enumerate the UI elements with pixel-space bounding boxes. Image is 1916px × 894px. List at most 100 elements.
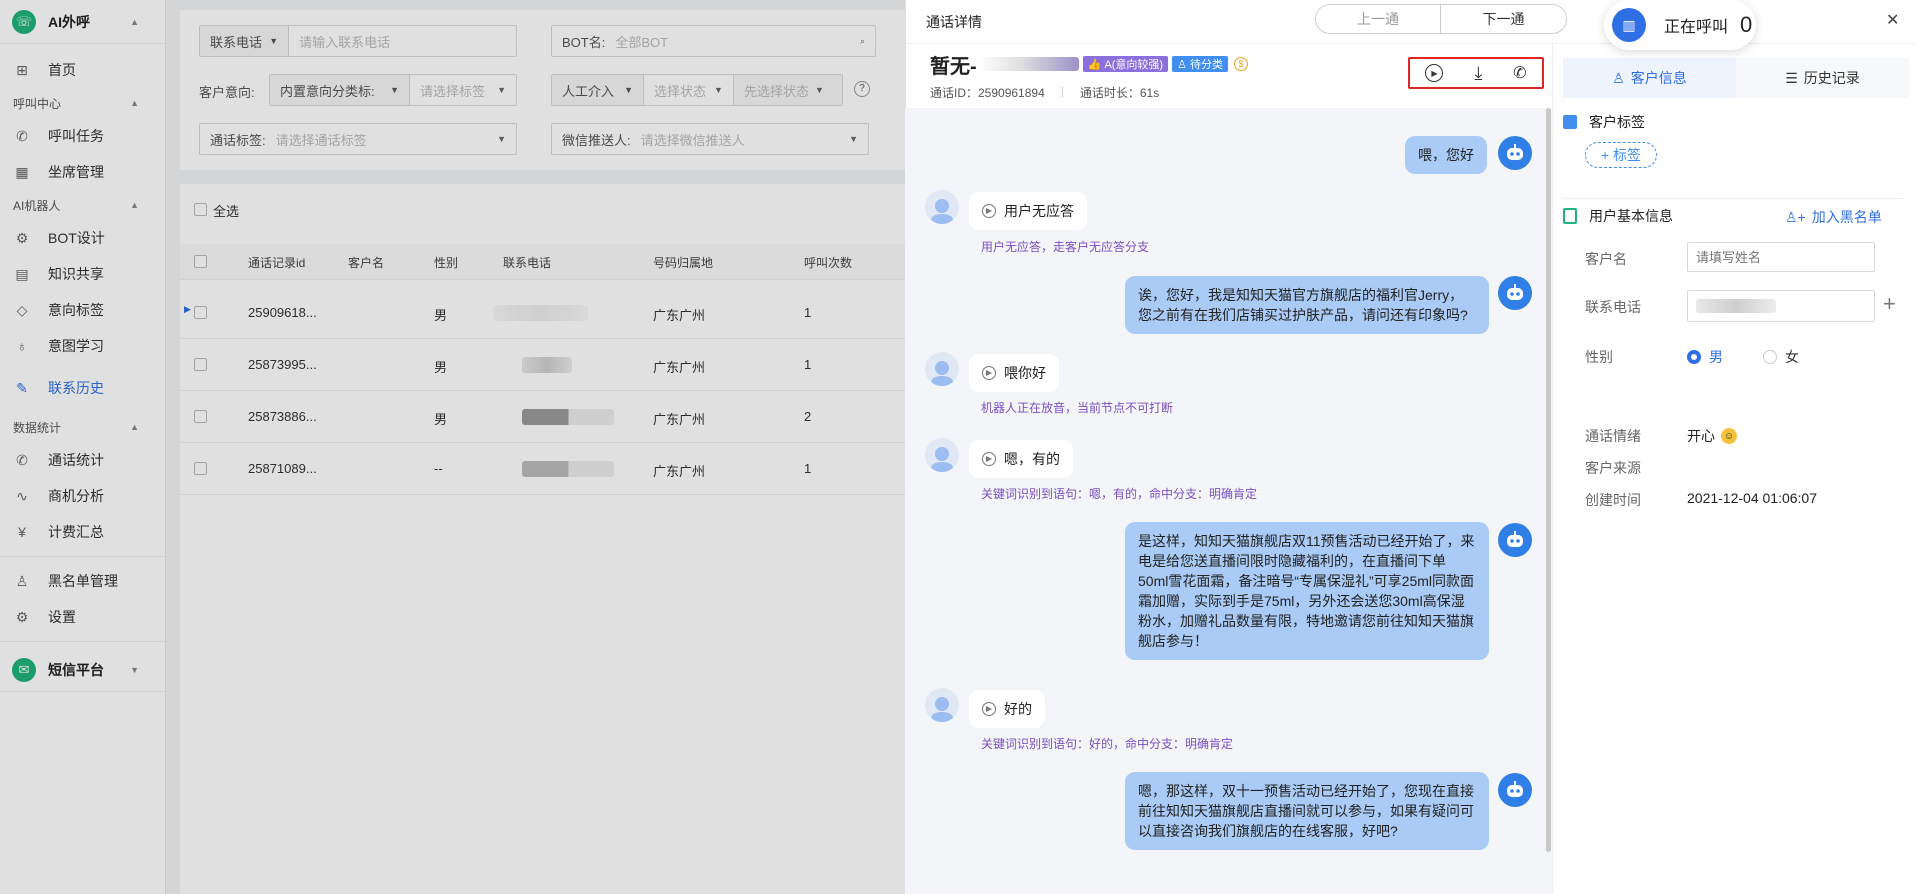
header-checkbox[interactable] bbox=[194, 255, 207, 268]
branch-note: 关键词识别到语句：好的，命中分支：明确肯定 bbox=[981, 737, 1234, 751]
sidebar-item-opportunity[interactable]: ∿ 商机分析 bbox=[0, 478, 165, 514]
table-row[interactable]: 25871089... -- 广东广州 1 bbox=[180, 443, 906, 495]
next-call-button[interactable]: 下一通 bbox=[1441, 5, 1566, 33]
user-message[interactable]: 嗯，有的 bbox=[969, 440, 1073, 478]
phone-task-icon: ✆ bbox=[16, 127, 28, 144]
customer-name-input[interactable] bbox=[1687, 242, 1875, 272]
sidebar-group-call-center[interactable]: 呼叫中心 ▲ bbox=[0, 88, 165, 118]
sidebar-divider bbox=[0, 556, 165, 557]
call-monitor-icon: ▥ bbox=[1612, 8, 1646, 42]
callback-phone-icon[interactable]: ✆ bbox=[1513, 63, 1526, 83]
help-icon[interactable]: ? bbox=[854, 81, 870, 97]
row-id: 25873886... bbox=[248, 409, 317, 424]
manual-select[interactable]: 人工介入 ▼ bbox=[552, 75, 644, 105]
chat-scrollbar[interactable] bbox=[1546, 108, 1551, 852]
manual-filter[interactable]: 人工介入 ▼ 选择状态 ▼ 先选择状态 ▼ bbox=[551, 74, 843, 106]
sidebar: ☏ AI外呼 ▲ ⊞ 首页 呼叫中心 ▲ ✆ 呼叫任务 ▦ 坐席管理 AI机器人 ▲ ⚙ B… bbox=[0, 0, 166, 894]
bill-icon: ¥ bbox=[18, 524, 26, 540]
mood-value: 开心 ☺ bbox=[1687, 426, 1737, 446]
sidebar-group-ai-bot[interactable]: AI机器人 ▲ bbox=[0, 190, 165, 220]
sidebar-item-call-task[interactable]: ✆ 呼叫任务 bbox=[0, 118, 165, 154]
history-icon: ✎ bbox=[16, 379, 28, 396]
download-icon[interactable]: ⤓ bbox=[1474, 63, 1482, 84]
row-checkbox[interactable] bbox=[194, 410, 207, 423]
sidebar-item-call-stats[interactable]: ✆ 通话统计 bbox=[0, 442, 165, 478]
customer-header: 暂无- 👍 A(意向较强) ♙ 待分类 $ bbox=[930, 52, 1249, 78]
row-count: 2 bbox=[804, 409, 812, 424]
sidebar-item-intent-tag[interactable]: ◇ 意向标签 bbox=[0, 292, 165, 328]
user-message[interactable]: 喂你好 bbox=[969, 354, 1059, 392]
row-id: 25871089... bbox=[248, 461, 317, 476]
sidebar-item-home[interactable]: ⊞ 首页 bbox=[0, 52, 165, 88]
play-audio-icon[interactable] bbox=[982, 204, 996, 218]
grid-icon: ▦ bbox=[15, 163, 29, 180]
prev-call-button[interactable]: 上一通 bbox=[1316, 5, 1441, 33]
wechat-filter[interactable]: 微信推送人: 请选择微信推送人 ▼ bbox=[551, 123, 869, 155]
chat-transcript[interactable]: 喂，您好 用户无应答 用户无应答，走客户无应答分支 诶，您好，我是知知天猫官方旗… bbox=[905, 108, 1552, 894]
play-audio-icon[interactable] bbox=[982, 366, 996, 380]
pending-tag: ♙ 待分类 bbox=[1172, 56, 1229, 72]
row-checkbox[interactable] bbox=[194, 306, 207, 319]
call-id: 通话ID：2590961894 bbox=[930, 86, 1045, 100]
add-phone-icon[interactable]: + bbox=[1883, 291, 1896, 317]
tab-history[interactable]: ☰ 历史记录 bbox=[1736, 58, 1909, 98]
status-select[interactable]: 选择状态 ▼ bbox=[644, 75, 734, 105]
sidebar-item-bot-design[interactable]: ⚙ BOT设计 bbox=[0, 220, 165, 256]
row-checkbox[interactable] bbox=[194, 462, 207, 475]
table-row[interactable]: 25873886... 男 广东广州 2 bbox=[180, 391, 906, 443]
sidebar-item-agent[interactable]: ▦ 坐席管理 bbox=[0, 154, 165, 190]
row-gender: -- bbox=[434, 461, 443, 476]
add-blacklist-button[interactable]: ♙+ 加入黑名单 bbox=[1785, 207, 1882, 227]
select-all-checkbox[interactable] bbox=[194, 203, 207, 216]
sidebar-item-blacklist[interactable]: ♙ 黑名单管理 bbox=[0, 563, 165, 599]
sidebar-item-knowledge[interactable]: ▤ 知识共享 bbox=[0, 256, 165, 292]
customer-phone-input[interactable] bbox=[1687, 290, 1875, 322]
user-message[interactable]: 好的 bbox=[969, 690, 1045, 728]
table-row[interactable]: ▶ 25909618... 男 广东广州 1 bbox=[180, 287, 906, 339]
sidebar-item-billing[interactable]: ¥ 计费汇总 bbox=[0, 514, 165, 550]
play-audio-icon[interactable] bbox=[982, 702, 996, 716]
phone-filter[interactable]: 联系电话 ▼ 请输入联系电话 bbox=[199, 25, 517, 57]
chevron-up-icon: ▲ bbox=[130, 98, 139, 108]
user-avatar-icon bbox=[925, 190, 959, 224]
redacted-name bbox=[978, 57, 1079, 71]
sidebar-item-settings[interactable]: ⚙ 设置 bbox=[0, 599, 165, 635]
radio-male[interactable] bbox=[1687, 350, 1701, 364]
calling-status[interactable]: ▥ 正在呼叫 0 bbox=[1604, 0, 1756, 50]
bot-filter[interactable]: BOT名: 全部BOT ⌕ bbox=[551, 25, 876, 57]
radio-female[interactable] bbox=[1763, 350, 1777, 364]
sms-platform[interactable]: ✉ 短信平台 ▼ bbox=[0, 648, 165, 692]
phone-input[interactable]: 请输入联系电话 bbox=[289, 32, 390, 51]
intent-filter[interactable]: 内置意向分类标: ▼ 请选择标签 ▼ bbox=[269, 74, 517, 106]
calling-label: 正在呼叫 bbox=[1664, 19, 1729, 36]
caret-down-icon: ▼ bbox=[849, 134, 858, 144]
row-checkbox[interactable] bbox=[194, 358, 207, 371]
sidebar-item-intent-learn[interactable]: ♁ 意图学习 bbox=[0, 328, 165, 364]
call-tag-filter[interactable]: 通话标签: 请选择通话标签 ▼ bbox=[199, 123, 517, 155]
close-icon[interactable]: ✕ bbox=[1886, 10, 1899, 30]
intent-select[interactable]: 内置意向分类标: ▼ bbox=[270, 75, 410, 105]
row-gender: 男 bbox=[434, 360, 448, 375]
smile-icon: ☺ bbox=[1721, 428, 1737, 444]
user-avatar-icon bbox=[925, 438, 959, 472]
prev-next-switch: 上一通 下一通 bbox=[1315, 4, 1567, 34]
document-icon bbox=[1563, 208, 1577, 224]
status2-select[interactable]: 先选择状态 ▼ bbox=[734, 75, 842, 105]
add-tag-button[interactable]: + 标签 bbox=[1585, 142, 1657, 168]
brand-header[interactable]: ☏ AI外呼 ▲ bbox=[0, 0, 165, 44]
sidebar-item-history[interactable]: ✎ 联系历史 bbox=[0, 370, 165, 406]
branch-note: 机器人正在放音，当前节点不可打断 bbox=[981, 401, 1174, 415]
calling-count: 0 bbox=[1740, 12, 1753, 37]
row-id: 25873995... bbox=[248, 357, 317, 372]
search-icon: ⌕ bbox=[859, 35, 865, 46]
robot-avatar-icon bbox=[1498, 276, 1532, 310]
sidebar-group-stats[interactable]: 数据统计 ▲ bbox=[0, 412, 165, 442]
tab-customer-info[interactable]: ♙ 客户信息 bbox=[1563, 58, 1736, 98]
tag-select[interactable]: 请选择标签 bbox=[410, 81, 485, 100]
redacted-phone bbox=[493, 305, 588, 321]
phone-type-select[interactable]: 联系电话 ▼ bbox=[200, 26, 290, 56]
table-row[interactable]: 25873995... 男 广东广州 1 bbox=[180, 339, 906, 391]
play-recording-icon[interactable]: ▶ bbox=[1425, 64, 1444, 82]
user-message[interactable]: 用户无应答 bbox=[969, 192, 1087, 230]
play-audio-icon[interactable] bbox=[982, 452, 996, 466]
